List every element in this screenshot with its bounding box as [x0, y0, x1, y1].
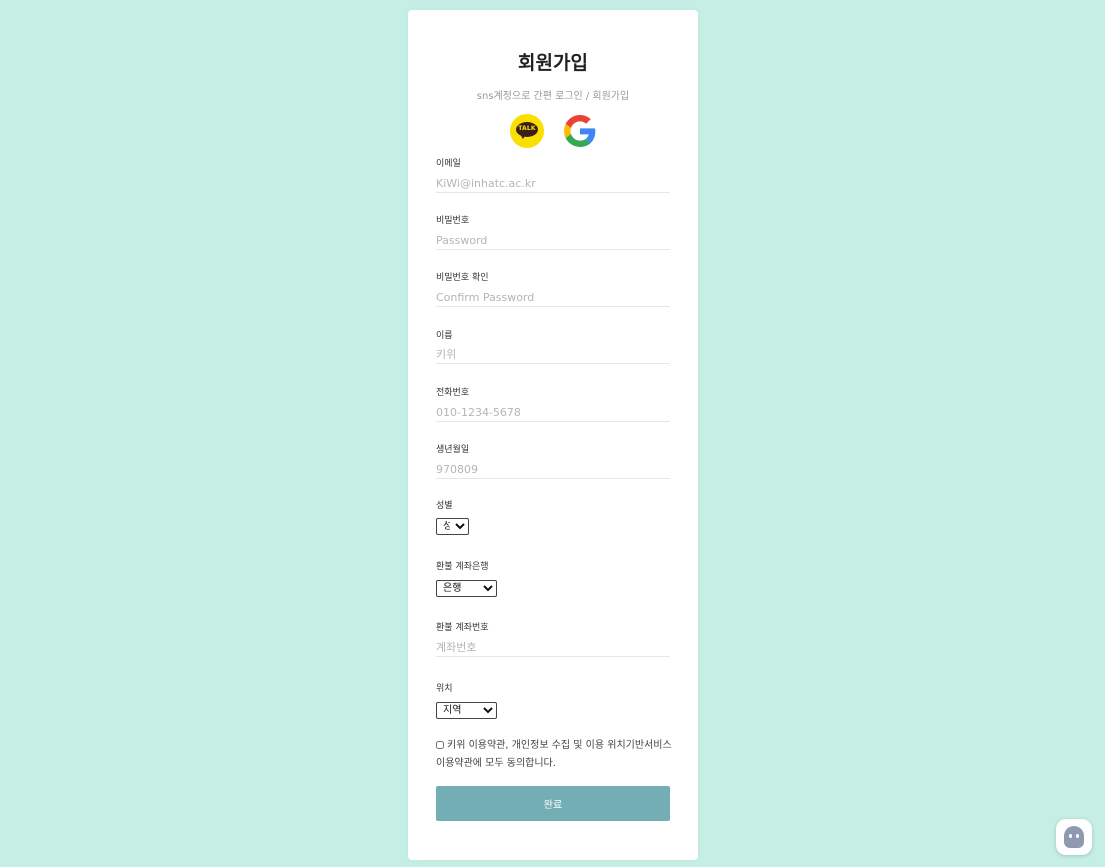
kakao-talk-icon[interactable]: TALK	[510, 114, 544, 148]
terms-agreement-text: 키위 이용약관, 개인정보 수집 및 이용 위치기반서비스 이용약관에 모두 동…	[436, 740, 672, 769]
submit-button[interactable]: 완료	[436, 786, 670, 821]
gender-select[interactable]: 성별	[436, 518, 469, 535]
phone-field[interactable]	[436, 403, 670, 422]
chat-widget-icon[interactable]	[1056, 819, 1092, 855]
phone-label: 전화번호	[436, 388, 470, 398]
birth-label: 생년월일	[436, 445, 470, 455]
google-icon[interactable]	[564, 115, 596, 147]
bank-label: 환불 계좌은행	[436, 562, 489, 572]
kakao-talk-label: TALK	[518, 125, 536, 132]
social-login-buttons: TALK	[408, 114, 698, 148]
name-label: 이름	[436, 331, 453, 341]
terms-agreement: 키위 이용약관, 개인정보 수집 및 이용 위치기반서비스 이용약관에 모두 동…	[436, 737, 672, 773]
sns-login-subtitle: sns계정으로 간편 로그인 / 회원가입	[476, 91, 630, 102]
gender-label: 성별	[436, 501, 453, 511]
email-field[interactable]	[436, 174, 670, 193]
location-label: 위치	[436, 684, 453, 694]
name-field[interactable]	[436, 345, 670, 364]
signup-card: 회원가입 sns계정으로 간편 로그인 / 회원가입 TALK 이메일 비밀번호…	[408, 10, 698, 860]
password-confirm-label: 비밀번호 확인	[436, 273, 489, 283]
password-label: 비밀번호	[436, 216, 470, 226]
account-label: 환불 계좌번호	[436, 623, 489, 633]
bank-select[interactable]: 은행	[436, 580, 497, 597]
terms-checkbox[interactable]	[436, 741, 444, 749]
location-select[interactable]: 지역	[436, 702, 497, 719]
birth-field[interactable]	[436, 460, 670, 479]
page-title: 회원가입	[518, 52, 588, 74]
account-field[interactable]	[436, 638, 670, 657]
email-label: 이메일	[436, 159, 461, 169]
password-confirm-field[interactable]	[436, 288, 670, 307]
password-field[interactable]	[436, 231, 670, 250]
